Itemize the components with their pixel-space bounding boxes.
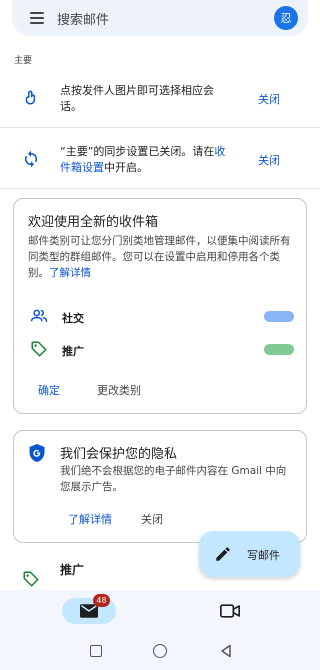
category-row-social[interactable]: 社交 (30, 307, 294, 327)
confirm-button[interactable]: 确定 (38, 382, 60, 398)
categories-card: 欢迎使用全新的收件箱 邮件类别可让您分门别类地管理邮件，以便集中阅读所有同类型的… (13, 198, 307, 414)
card-title: 欢迎使用全新的收件箱 (28, 215, 159, 230)
tip-close-button[interactable]: 关闭 (258, 91, 280, 107)
tip-row-sender-image: 点按发件人图片即可选择相应会话。 关闭 (0, 68, 320, 128)
tip-text-after: 中开启。 (104, 161, 148, 174)
recent-apps-icon[interactable] (90, 645, 102, 657)
compose-label: 写邮件 (247, 549, 280, 562)
home-icon[interactable] (153, 644, 167, 658)
pencil-icon (216, 547, 230, 561)
hamburger-menu-icon[interactable] (30, 12, 44, 24)
bottom-navigation: 48 (0, 590, 320, 634)
unread-count-badge: 48 (93, 594, 110, 607)
card-body: 邮件类别可让您分门别类地管理邮件，以便集中阅读所有同类型的群组邮件。您可以在设置… (28, 233, 296, 281)
category-row-promotions[interactable]: 推广 (30, 340, 294, 360)
back-icon[interactable] (219, 644, 233, 658)
change-categories-button[interactable]: 更改类别 (97, 382, 141, 398)
section-label: 主要 (14, 56, 33, 66)
dismiss-button[interactable]: 关闭 (141, 511, 163, 527)
tag-icon (31, 341, 47, 357)
search-bar[interactable]: 搜索邮件 忍 (12, 0, 308, 36)
learn-more-link[interactable]: 了解详情 (49, 267, 91, 279)
learn-more-button[interactable]: 了解详情 (68, 511, 112, 527)
category-label: 推广 (62, 345, 84, 358)
tip-close-button[interactable]: 关闭 (258, 152, 280, 168)
system-navigation-bar (0, 634, 320, 670)
category-toggle[interactable] (264, 344, 294, 355)
tip-text: 点按发件人图片即可选择相应会话。 (60, 84, 214, 113)
video-call-icon[interactable] (220, 603, 240, 619)
google-shield-icon (29, 444, 45, 462)
card-body: 我们绝不会根据您的电子邮件内容在 Gmail 中向您展示广告。 (60, 465, 287, 493)
tip-text: “主要”的同步设置已关闭。请在收件箱设置中开启。 (60, 144, 235, 176)
tip-row-sync-settings: “主要”的同步设置已关闭。请在收件箱设置中开启。 关闭 (0, 129, 320, 189)
search-input[interactable]: 搜索邮件 (57, 9, 109, 28)
card-title: 我们会保护您的隐私 (60, 447, 178, 462)
tip-text-before: “主要”的同步设置已关闭。请在 (60, 145, 215, 158)
category-label: 社交 (62, 312, 84, 325)
category-toggle[interactable] (264, 311, 294, 322)
people-icon (30, 309, 48, 322)
privacy-card: 我们会保护您的隐私 我们绝不会根据您的电子邮件内容在 Gmail 中向您展示广告… (13, 430, 307, 543)
tag-icon (23, 571, 39, 587)
sync-icon (24, 150, 38, 168)
promotions-label: 推广 (60, 563, 85, 577)
touch-icon (25, 90, 36, 105)
compose-button[interactable]: 写邮件 (199, 531, 300, 577)
account-avatar[interactable]: 忍 (274, 6, 298, 30)
